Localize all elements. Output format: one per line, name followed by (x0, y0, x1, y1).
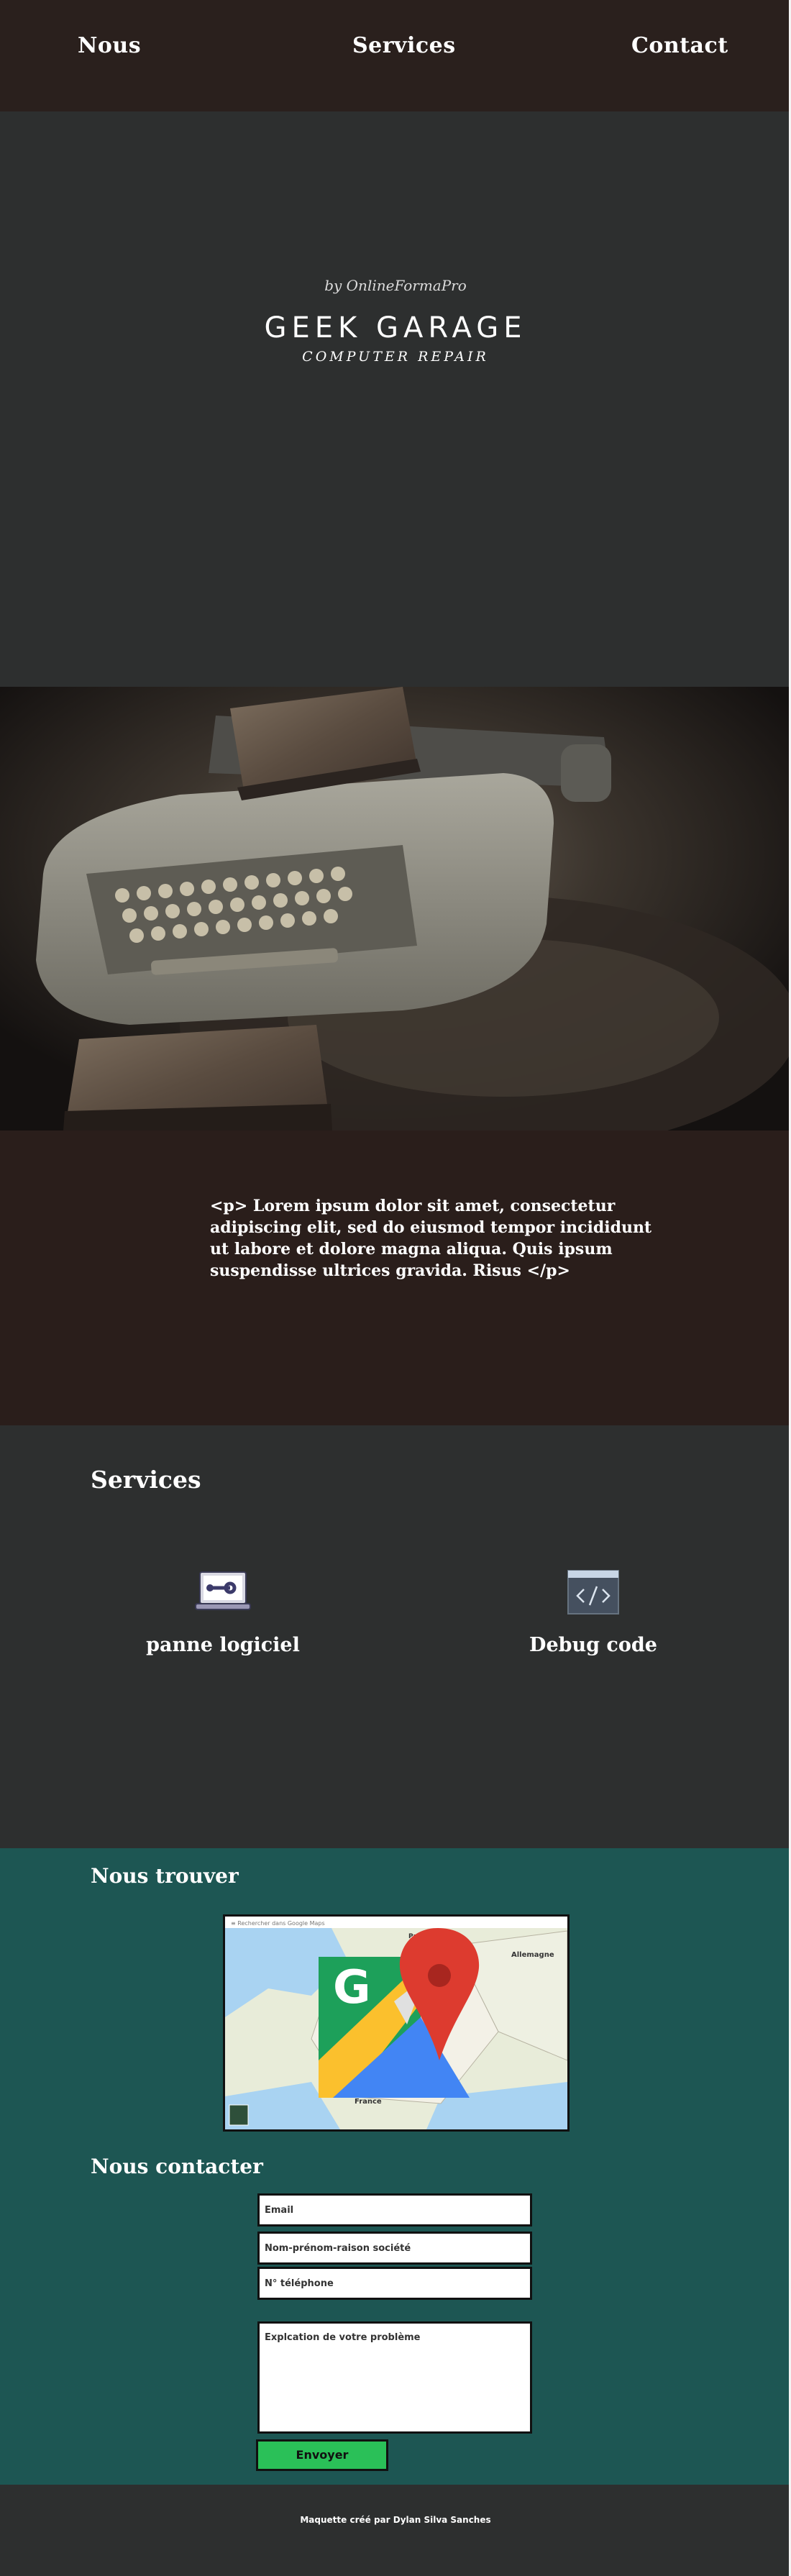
nav-link-services[interactable]: Services (352, 33, 456, 58)
services-section: Services panne logiciel Debug code (0, 1425, 791, 1848)
contact-heading: Nous contacter (91, 2155, 263, 2178)
map-label-france: France (355, 2098, 382, 2106)
problem-textarea[interactable]: Explcation de votre problème (257, 2321, 532, 2434)
locate-heading: Nous trouver (91, 1864, 239, 1888)
hero-section: by OnlineFormaPro GEEK GARAGE COMPUTER R… (0, 111, 791, 687)
contact-section: Nous trouver ≡ Rechercher dans Google Ma… (0, 1848, 791, 2485)
services-heading: Services (91, 1466, 201, 1494)
code-window-icon (567, 1570, 620, 1618)
submit-button[interactable]: Envoyer (256, 2439, 388, 2471)
service-label: panne logiciel (146, 1634, 300, 1656)
hero-subtitle: COMPUTER REPAIR (302, 349, 489, 365)
map-label-allemagne: Allemagne (511, 1951, 554, 1959)
service-label: Debug code (529, 1634, 657, 1656)
hero-title: GEEK GARAGE (264, 311, 527, 344)
service-item-debug-code[interactable]: Debug code (496, 1569, 690, 1656)
map-embed[interactable]: ≡ Rechercher dans Google Maps Paris Alle… (223, 1914, 570, 2132)
intro-text: <p> Lorem ipsum dolor sit amet, consecte… (210, 1197, 652, 1280)
typewriter-photo (0, 687, 791, 1131)
service-item-panne-logiciel[interactable]: panne logiciel (129, 1569, 316, 1656)
svg-text:G: G (333, 1961, 371, 2014)
nav-link-contact[interactable]: Contact (631, 33, 728, 58)
intro-section: <p> Lorem ipsum dolor sit amet, consecte… (0, 1131, 791, 1425)
name-company-field[interactable]: Nom-prénom-raison société (257, 2232, 532, 2265)
nav-link-nous[interactable]: Nous (78, 33, 141, 58)
email-field[interactable]: Email (257, 2193, 532, 2226)
footer-credit: Maquette créé par Dylan Silva Sanches (300, 2515, 491, 2525)
phone-field[interactable]: N° téléphone (257, 2267, 532, 2300)
footer: Maquette créé par Dylan Silva Sanches (0, 2485, 791, 2576)
laptop-wrench-icon (194, 1571, 252, 1618)
hero-byline: by OnlineFormaPro (324, 277, 467, 294)
top-nav: Nous Services Contact (0, 0, 791, 111)
svg-text:≡ Rechercher dans Google Map: ≡ Rechercher dans Google Maps (231, 1920, 325, 1927)
